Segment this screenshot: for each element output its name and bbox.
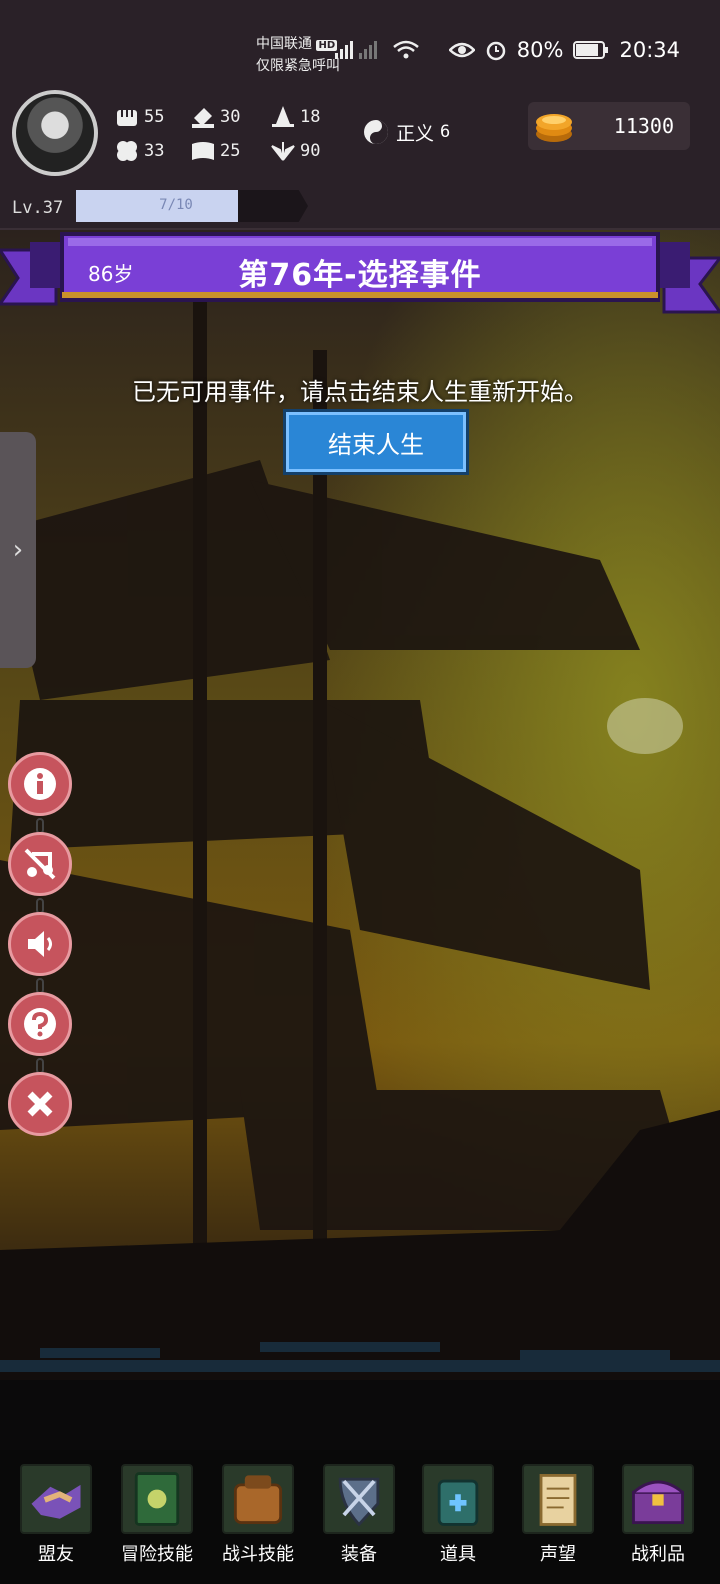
nav-items[interactable]: 道具 xyxy=(418,1464,498,1574)
carrier-info: 中国联通 HD 仅限紧急呼叫 xyxy=(256,34,340,76)
clock: 20:34 xyxy=(619,38,680,62)
battle-skill-icon xyxy=(222,1464,294,1534)
player-header: 55 30 18 33 25 90 正义 6 11300 Lv.37 7/10 xyxy=(0,90,720,230)
wings-icon xyxy=(271,142,295,161)
nav-label: 装备 xyxy=(341,1544,377,1565)
level-label: Lv.37 xyxy=(12,198,64,218)
stat-magic: 18 xyxy=(270,104,320,130)
nav-reputation[interactable]: 声望 xyxy=(518,1464,598,1574)
avatar[interactable] xyxy=(12,90,98,176)
adventure-skill-icon xyxy=(121,1464,193,1534)
stat-build: 30 xyxy=(190,104,240,130)
age-label: 86岁 xyxy=(88,262,134,286)
nav-adventure-skills[interactable]: 冒险技能 xyxy=(117,1464,197,1574)
items-icon xyxy=(422,1464,494,1534)
alignment: 正义 6 xyxy=(362,118,450,146)
nav-label: 战斗技能 xyxy=(222,1544,294,1565)
nav-battle-skills[interactable]: 战斗技能 xyxy=(218,1464,298,1574)
event-message: 已无可用事件，请点击结束人生重新开始。 xyxy=(132,378,588,406)
banner-title: 第76年-选择事件 xyxy=(238,258,482,293)
stat-spirit-value: 90 xyxy=(300,141,321,161)
carrier-name: 中国联通 xyxy=(256,36,312,52)
nav-label: 道具 xyxy=(440,1544,476,1565)
nav-label: 声望 xyxy=(540,1544,576,1565)
nav-equipment[interactable]: 装备 xyxy=(319,1464,399,1574)
allies-icon xyxy=(20,1464,92,1534)
emergency-only: 仅限紧急呼叫 xyxy=(256,58,340,74)
help-button[interactable] xyxy=(8,992,72,1056)
loot-icon xyxy=(622,1464,694,1534)
status-bar: 中国联通 HD 仅限紧急呼叫 80% 20:34 xyxy=(0,0,720,90)
info-icon xyxy=(24,768,56,800)
xp-bar: 7/10 xyxy=(76,190,308,222)
stat-build-value: 30 xyxy=(220,107,241,127)
sound-button[interactable] xyxy=(8,912,72,976)
nav-label: 盟友 xyxy=(38,1544,74,1565)
reputation-icon xyxy=(522,1464,594,1534)
info-button[interactable] xyxy=(8,752,72,816)
battery-icon xyxy=(573,41,609,59)
alignment-label: 正义 xyxy=(396,122,435,145)
end-life-button[interactable]: 结束人生 xyxy=(286,412,466,472)
gold-amount: 11300 xyxy=(613,114,674,138)
stat-strength-value: 55 xyxy=(144,107,165,127)
nav-label: 冒险技能 xyxy=(121,1544,193,1565)
equipment-icon xyxy=(323,1464,395,1534)
close-icon xyxy=(27,1091,53,1117)
stat-luck-value: 33 xyxy=(144,141,165,161)
sound-icon xyxy=(28,931,52,957)
wifi-icon xyxy=(392,40,419,59)
music-toggle-button[interactable] xyxy=(8,832,72,896)
signal-icon xyxy=(334,41,377,59)
stat-magic-value: 18 xyxy=(300,107,321,127)
coin-stack-icon xyxy=(536,114,572,142)
yin-yang-icon xyxy=(364,120,388,144)
year-banner: 86岁 第76年-选择事件 xyxy=(0,228,720,324)
stat-defense-value: 25 xyxy=(220,141,241,161)
alignment-value: 6 xyxy=(440,122,451,142)
status-icons: 80% 20:34 xyxy=(334,38,680,62)
book-icon xyxy=(192,142,214,160)
alarm-icon xyxy=(486,41,506,61)
fist-icon xyxy=(117,110,137,126)
chevron-right-icon: › xyxy=(12,535,24,565)
side-drawer-tab[interactable]: › xyxy=(0,432,36,668)
stat-luck: 33 xyxy=(114,138,164,164)
nav-label: 战利品 xyxy=(631,1544,685,1565)
help-icon xyxy=(24,1008,56,1040)
stat-defense: 25 xyxy=(190,138,240,164)
battery-percent: 80% xyxy=(516,38,564,62)
bottom-nav: 盟友 冒险技能 战斗技能 装备 道具 声望 战利品 xyxy=(0,1450,720,1584)
close-button[interactable] xyxy=(8,1072,72,1136)
gold-counter: 11300 xyxy=(528,102,690,150)
nav-allies[interactable]: 盟友 xyxy=(16,1464,96,1574)
stat-strength: 55 xyxy=(114,104,164,130)
music-off-icon xyxy=(24,848,56,880)
wizard-hat-icon xyxy=(272,106,294,127)
xp-text: 7/10 xyxy=(159,197,193,213)
eye-icon xyxy=(448,42,475,58)
stat-spirit: 90 xyxy=(270,138,320,164)
clover-icon xyxy=(117,141,137,161)
hammer-icon xyxy=(192,108,214,128)
nav-loot[interactable]: 战利品 xyxy=(618,1464,698,1574)
